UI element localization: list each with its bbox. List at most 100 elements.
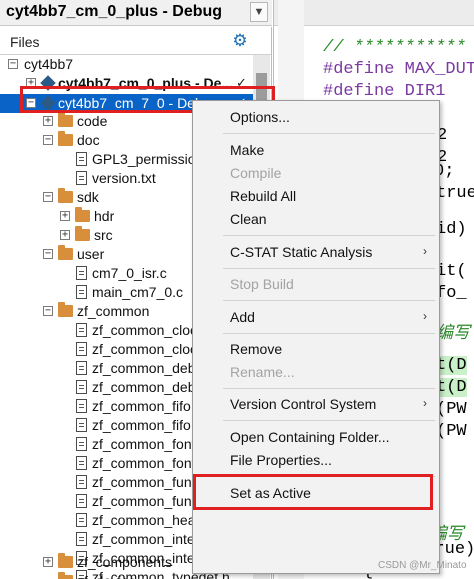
menu-item-version-control[interactable]: Version Control System › xyxy=(193,393,439,415)
file-icon xyxy=(76,323,87,337)
menu-item-label: Rebuild All xyxy=(230,188,297,204)
chevron-down-icon[interactable]: ▼ xyxy=(250,2,268,22)
folder-icon xyxy=(58,245,73,260)
collapse-icon[interactable]: − xyxy=(43,192,53,202)
tree-item-label: version.txt xyxy=(92,170,156,186)
tree-item-label: zf_common xyxy=(77,303,150,319)
file-icon xyxy=(76,342,87,356)
menu-item-clean[interactable]: Clean xyxy=(193,208,439,230)
menu-separator xyxy=(223,235,435,236)
title-bar: cyt4bb7_cm_0_plus - Debug ▼ xyxy=(0,0,272,26)
menu-item-label: Make xyxy=(230,142,265,158)
folder-icon xyxy=(58,188,73,203)
file-icon xyxy=(76,171,87,185)
tree-item-label: zf_common_func xyxy=(92,493,199,509)
file-icon xyxy=(76,418,87,432)
expand-icon[interactable]: + xyxy=(43,116,53,126)
code-line: (PW xyxy=(436,400,467,419)
tree-item-label: cyt4bb7 xyxy=(24,56,74,72)
collapse-icon[interactable]: − xyxy=(43,135,53,145)
file-icon xyxy=(76,285,87,299)
file-icon xyxy=(76,475,87,489)
workspace-item[interactable]: − cyt4bb7 xyxy=(0,55,253,74)
code-line: fo_ xyxy=(436,284,467,303)
tree-item-label: zf_common_fifo.h xyxy=(92,417,203,433)
expand-icon[interactable]: + xyxy=(60,211,70,221)
code-line: (PW xyxy=(436,422,467,441)
code-line: 编写 xyxy=(436,325,470,344)
files-header-label: Files xyxy=(10,34,40,50)
tree-item-label: main_cm7_0.c xyxy=(92,284,184,300)
expand-icon[interactable]: + xyxy=(60,230,70,240)
menu-separator xyxy=(223,300,435,301)
tree-item-label: hdr xyxy=(94,208,115,224)
files-header: Files ⚙ xyxy=(0,27,271,55)
tree-item-label: zf_common_font. xyxy=(92,455,200,471)
window-title: cyt4bb7_cm_0_plus - Debug xyxy=(6,3,223,20)
menu-item-label: Clean xyxy=(230,211,267,227)
file-icon xyxy=(76,399,87,413)
menu-item-open-folder[interactable]: Open Containing Folder... xyxy=(193,426,439,448)
menu-item-make[interactable]: Make xyxy=(193,139,439,161)
code-line: #define MAX_DUT xyxy=(323,60,474,79)
menu-item-label: Compile xyxy=(230,165,282,181)
code-line: #define DIR1 xyxy=(323,82,446,101)
folder-icon xyxy=(58,553,73,568)
menu-item-remove[interactable]: Remove xyxy=(193,338,439,360)
file-icon xyxy=(76,437,87,451)
menu-separator xyxy=(223,388,435,389)
tree-item-label: zf_common_debu xyxy=(92,360,204,376)
folder-icon xyxy=(58,572,73,579)
menu-item-stop-build: Stop Build xyxy=(193,273,439,295)
menu-item-label: Add xyxy=(230,309,255,325)
menu-separator xyxy=(223,133,435,134)
menu-separator xyxy=(223,333,435,334)
tree-item-label: zf_common_cloc xyxy=(92,341,198,357)
tree-item-label: doc xyxy=(77,132,100,148)
code-line: id) xyxy=(436,220,467,239)
menu-item-rename: Rename... xyxy=(193,361,439,383)
folder-icon xyxy=(58,302,73,317)
menu-item-cstat[interactable]: C-STAT Static Analysis › xyxy=(193,241,439,263)
file-icon xyxy=(76,266,87,280)
menu-item-label: Remove xyxy=(230,341,283,357)
file-icon xyxy=(76,532,87,546)
menu-separator xyxy=(223,268,435,269)
tree-item-label: src xyxy=(94,227,113,243)
menu-item-add[interactable]: Add › xyxy=(193,306,439,328)
tree-item-label: zf_device xyxy=(77,573,136,579)
menu-item-file-properties[interactable]: File Properties... xyxy=(193,449,439,471)
menu-item-label: Rename... xyxy=(230,364,295,380)
menu-item-label: File Properties... xyxy=(230,452,332,468)
menu-item-label: Version Control System xyxy=(230,396,377,412)
gear-icon[interactable]: ⚙ xyxy=(229,30,251,52)
tree-item-label: code xyxy=(77,113,108,129)
file-icon xyxy=(76,513,87,527)
watermark: CSDN @Mr_Minato xyxy=(378,560,467,571)
tree-item-label: zf_common_func xyxy=(92,474,199,490)
menu-item-label: C-STAT Static Analysis xyxy=(230,244,373,260)
menu-item-label: Options... xyxy=(230,109,290,125)
code-line: // *********** xyxy=(323,38,466,57)
collapse-icon[interactable]: − xyxy=(43,306,53,316)
editor-tab-strip xyxy=(274,0,474,26)
tree-item-label: cm7_0_isr.c xyxy=(92,265,167,281)
menu-separator xyxy=(223,420,435,421)
collapse-icon[interactable]: − xyxy=(8,59,18,69)
file-icon xyxy=(76,152,87,166)
folder-icon xyxy=(75,226,90,241)
folder-icon xyxy=(58,112,73,127)
tree-item-label: user xyxy=(77,246,105,262)
file-icon xyxy=(76,380,87,394)
menu-item-rebuild-all[interactable]: Rebuild All xyxy=(193,185,439,207)
file-icon xyxy=(76,361,87,375)
tree-item-label: sdk xyxy=(77,189,99,205)
menu-item-label: Stop Build xyxy=(230,276,294,292)
submenu-arrow-icon: › xyxy=(423,396,427,410)
tree-item-label: zf_common_debu xyxy=(92,379,204,395)
menu-item-compile: Compile xyxy=(193,162,439,184)
collapse-icon[interactable]: − xyxy=(43,249,53,259)
menu-item-label: Open Containing Folder... xyxy=(230,429,390,445)
menu-item-options[interactable]: Options... xyxy=(193,106,439,128)
expand-icon[interactable]: + xyxy=(43,557,53,567)
